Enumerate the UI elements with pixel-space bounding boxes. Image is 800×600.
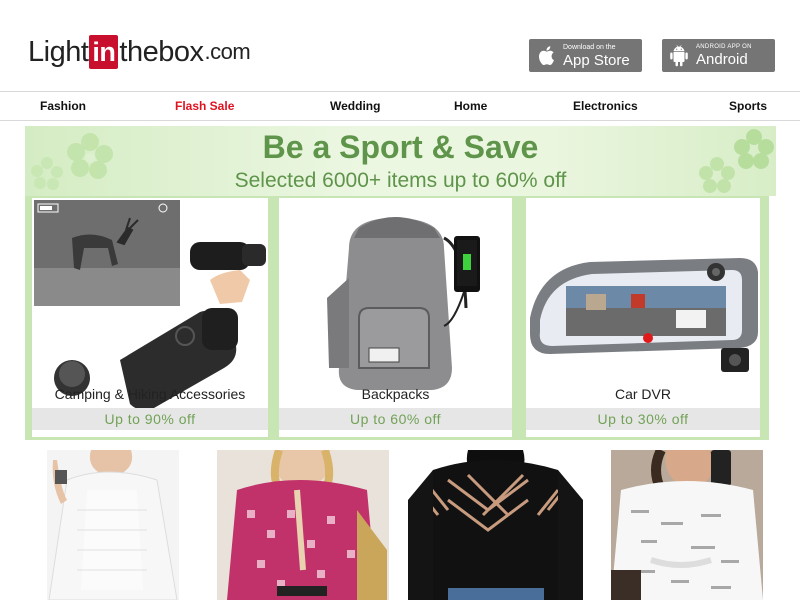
product-tile[interactable] [408, 450, 583, 600]
product-image [408, 450, 583, 600]
product-tile[interactable] [47, 450, 179, 600]
android-big-text: Android [696, 51, 748, 68]
category-label: Backpacks [361, 386, 430, 402]
nav-item-flash-sale[interactable]: Flash Sale [175, 99, 234, 113]
main-nav: Fashion Flash Sale Wedding Home Electron… [0, 91, 800, 121]
nav-item-sports[interactable]: Sports [729, 99, 767, 113]
category-offer: Up to 30% off [526, 408, 760, 430]
product-image [611, 450, 763, 600]
nav-item-home[interactable]: Home [454, 99, 487, 113]
nav-item-electronics[interactable]: Electronics [573, 99, 638, 113]
category-card-backpacks[interactable]: Backpacks Up to 60% off [279, 198, 512, 437]
category-card-camping[interactable]: Camping & Hiking Accessories Up to 90% o… [32, 198, 268, 437]
logo-text-in: in [89, 35, 119, 69]
category-card-car-dvr[interactable]: Car DVR Up to 30% off [526, 198, 760, 437]
android-icon [662, 39, 696, 72]
product-tile[interactable] [611, 450, 763, 600]
promo-banner[interactable]: Be a Sport & Save Selected 6000+ items u… [25, 126, 776, 196]
category-offer: Up to 90% off [32, 408, 268, 430]
site-logo[interactable]: Light in thebox .com [28, 34, 251, 70]
product-image [47, 450, 179, 600]
app-store-big-text: App Store [563, 51, 630, 69]
product-image [217, 450, 389, 600]
category-label: Car DVR [614, 386, 671, 402]
banner-title: Be a Sport & Save [262, 129, 539, 165]
category-label: Camping & Hiking Accessories [54, 386, 246, 402]
logo-text-com: .com [204, 39, 251, 64]
logo-text-thebox: thebox [119, 35, 204, 68]
app-store-small-text: Download on the [563, 43, 616, 51]
logo-text-light: Light [28, 35, 89, 68]
android-small-text: ANDROID APP ON [696, 44, 752, 50]
app-store-button[interactable]: Download on the App Store [529, 39, 642, 72]
banner-subtitle: Selected 6000+ items up to 60% off [234, 169, 567, 192]
nav-item-fashion[interactable]: Fashion [40, 99, 86, 113]
android-app-button[interactable]: ANDROID APP ON Android [662, 39, 775, 72]
category-offer: Up to 60% off [279, 408, 512, 430]
site-header: Light in thebox .com Download on the App St… [0, 0, 800, 91]
apple-icon [529, 39, 563, 72]
product-tile[interactable] [217, 450, 389, 600]
nav-item-wedding[interactable]: Wedding [330, 99, 380, 113]
